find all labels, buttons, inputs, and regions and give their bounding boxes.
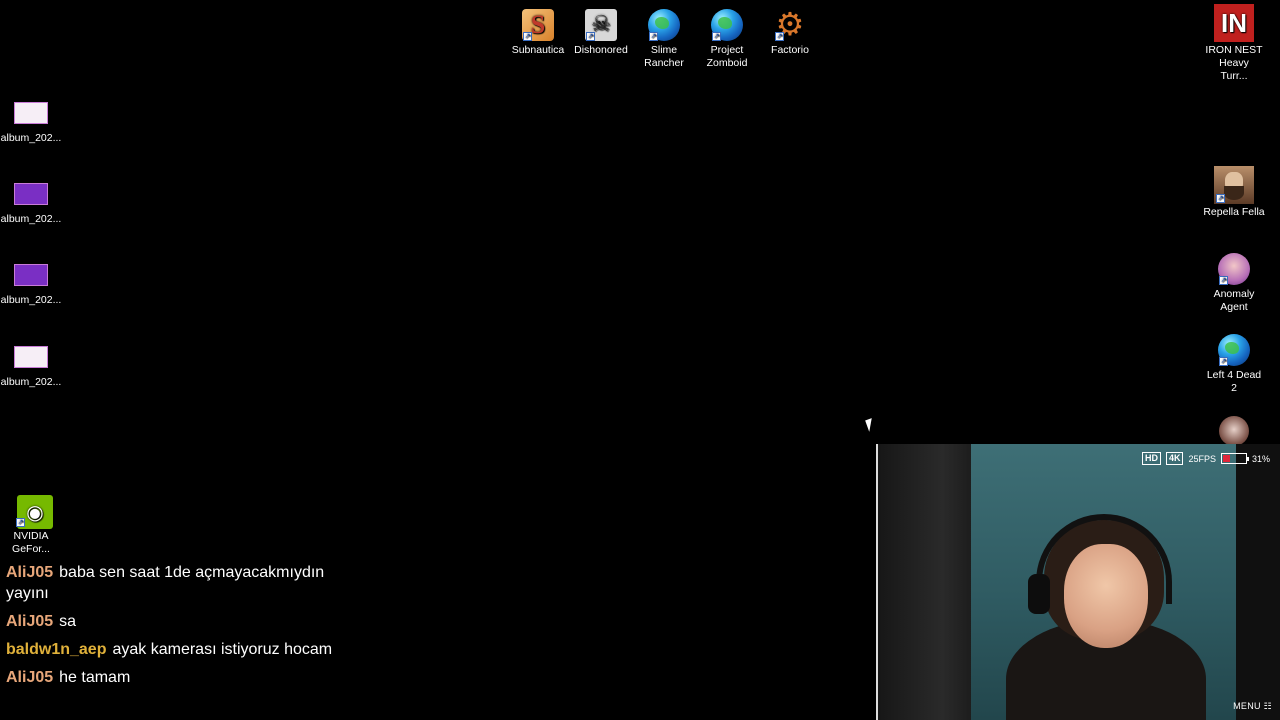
webcam-frame-edge	[876, 444, 878, 720]
chat-text: sa	[59, 613, 77, 630]
dishonored-icon: ☠ ↗	[584, 8, 618, 42]
chat-text: baba sen saat 1de açmayacakmıydın yayını	[6, 564, 325, 602]
battery-icon	[1220, 453, 1249, 464]
desktop-icon-label: Project Zomboid	[706, 44, 748, 69]
desktop-icon-label: album_202...	[0, 132, 62, 144]
shortcut-arrow-icon: ↗	[649, 32, 658, 41]
subnautica-icon: S ↗	[521, 8, 555, 42]
stream-chat: AliJ05 baba sen saat 1de açmayacakmıydın …	[6, 562, 336, 695]
nvidia-icon: ◉ ↗	[14, 494, 53, 529]
shortcut-arrow-icon: ↗	[1216, 194, 1225, 203]
image-file-icon	[14, 258, 48, 292]
resolution-badge: 4K	[1165, 452, 1184, 465]
mouse-cursor-icon	[865, 418, 876, 432]
desktop-icon-album-3[interactable]: album_202...	[0, 258, 62, 307]
desktop-icon-label: Subnautica	[511, 44, 565, 56]
globe-icon: ↗	[1217, 333, 1251, 367]
shortcut-arrow-icon: ↗	[586, 32, 595, 41]
webcam-menu-button[interactable]: MENU ☷	[1233, 701, 1272, 712]
webcam-overlay: HD 4K 25FPS 31% MENU ☷	[876, 444, 1280, 720]
desktop-icon-label: Anomaly Agent	[1213, 288, 1255, 313]
repella-fella-icon: ↗	[1214, 166, 1254, 204]
chat-message: AliJ05 sa	[6, 611, 336, 632]
webcam-hud: HD 4K 25FPS 31%	[1141, 452, 1270, 465]
chat-username: baldw1n_aep	[6, 641, 107, 658]
chat-username: AliJ05	[6, 613, 54, 630]
shortcut-arrow-icon: ↗	[16, 518, 25, 527]
desktop-icon-dishonored[interactable]: ☠ ↗ Dishonored	[570, 8, 632, 57]
desktop-icon-repella-fella[interactable]: ↗ Repella Fella	[1203, 166, 1265, 219]
image-file-icon	[14, 96, 48, 130]
desktop-icon-factorio[interactable]: ⚙ ↗ Factorio	[759, 5, 821, 57]
chat-username: AliJ05	[6, 669, 54, 686]
chat-message: AliJ05 baba sen saat 1de açmayacakmıydın …	[6, 562, 336, 604]
globe-icon: ↗	[647, 8, 681, 42]
webcam-door	[876, 444, 971, 720]
desktop-icon-slime-rancher[interactable]: ↗ Slime Rancher	[633, 8, 695, 70]
desktop-icon-label: NVIDIA GeFor...	[12, 530, 50, 555]
desktop-icon-label: Dishonored	[574, 44, 628, 56]
desktop-icon-left-4-dead-2[interactable]: ↗ Left 4 Dead 2	[1203, 333, 1265, 395]
shortcut-arrow-icon: ↗	[712, 32, 721, 41]
desktop-icon-album-1[interactable]: album_202...	[0, 96, 62, 145]
desktop-icon-label: IRON NEST Heavy Turr...	[1205, 44, 1263, 82]
chat-text: ayak kamerası istiyoruz hocam	[112, 641, 333, 658]
shortcut-arrow-icon: ↗	[1219, 357, 1228, 366]
desktop-icon-label: Left 4 Dead 2	[1206, 369, 1262, 394]
globe-icon: ↗	[710, 8, 744, 42]
chat-message: baldw1n_aep ayak kamerası istiyoruz hocam	[6, 639, 336, 660]
desktop-icon-label: album_202...	[0, 294, 62, 306]
anomaly-agent-icon: ↗	[1217, 252, 1251, 286]
desktop-icon-iron-nest[interactable]: IN IRON NEST Heavy Turr...	[1203, 4, 1265, 83]
shortcut-arrow-icon: ↗	[523, 32, 532, 41]
shortcut-arrow-icon: ↗	[775, 32, 784, 41]
desktop-icon-anomaly-agent[interactable]: ↗ Anomaly Agent	[1203, 252, 1265, 314]
desktop-icon-label: album_202...	[0, 213, 62, 225]
desktop-icon-label: Slime Rancher	[644, 44, 684, 69]
desktop-icon-label: Factorio	[771, 44, 809, 56]
shortcut-arrow-icon: ↗	[1219, 276, 1228, 285]
headset-earcup	[1028, 574, 1050, 614]
desktop-icon-label: Repella Fella	[1203, 206, 1265, 218]
chat-text: he tamam	[59, 669, 131, 686]
desktop-icon-project-zomboid[interactable]: ↗ Project Zomboid	[696, 8, 758, 70]
fps-label: 25FPS	[1188, 453, 1216, 464]
desktop-icon-label: album_202...	[0, 376, 62, 388]
webcam-dark-area	[1236, 444, 1280, 720]
hd-badge: HD	[1141, 452, 1161, 465]
desktop-icon-album-4[interactable]: album_202...	[0, 340, 62, 389]
chat-username: AliJ05	[6, 564, 54, 581]
game-icon	[1217, 414, 1251, 448]
menu-grid-icon: ☷	[1263, 701, 1272, 711]
desktop-icon-nvidia-geforce[interactable]: ◉ ↗ NVIDIA GeFor...	[0, 494, 62, 556]
desktop-icon-subnautica[interactable]: S ↗ Subnautica	[507, 8, 569, 57]
gear-icon: ⚙ ↗	[775, 5, 805, 43]
iron-nest-icon: IN	[1214, 4, 1254, 42]
image-file-icon	[14, 340, 48, 374]
desktop-icon-album-2[interactable]: album_202...	[0, 177, 62, 226]
chat-message: AliJ05 he tamam	[6, 667, 336, 688]
image-file-icon	[14, 177, 48, 211]
battery-percent: 31%	[1251, 453, 1270, 464]
